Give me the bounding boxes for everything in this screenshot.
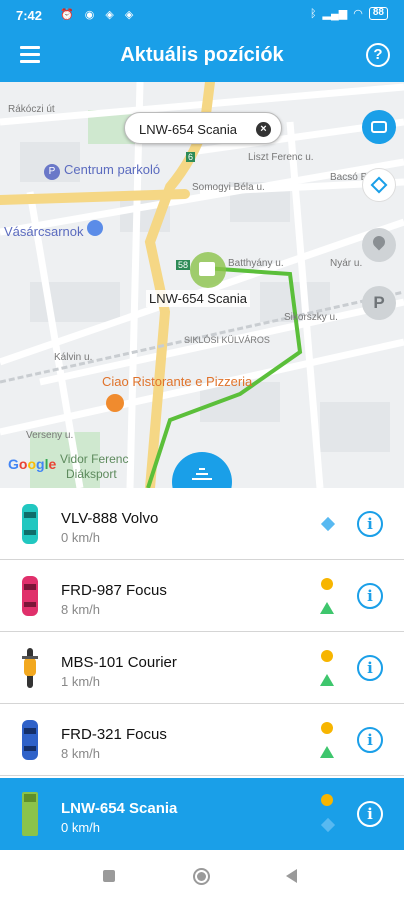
vehicle-marker-label: LNW-654 Scania: [146, 290, 251, 307]
help-icon[interactable]: ?: [366, 43, 390, 67]
car-icon: [22, 718, 38, 762]
system-nav-bar: [0, 852, 404, 900]
wifi-icon: ◠: [353, 8, 363, 20]
drawer-handle-icon: [192, 468, 212, 483]
car-icon: [22, 574, 38, 618]
vehicle-row[interactable]: VLV-888 Volvo 0 km/h i: [0, 488, 404, 560]
vehicle-name: FRD-987 Focus: [61, 582, 167, 599]
battery-icon: 88: [368, 7, 388, 20]
status-bar: 7:42 ⏰ ◉ ◈ ◈ ᛒ ▂▄▆ ◠ 88: [0, 0, 404, 30]
signal-icon: ▂▄▆: [322, 8, 348, 20]
vehicle-speed: 8 km/h: [61, 602, 101, 617]
status-diamond-icon: [320, 516, 336, 532]
recents-icon[interactable]: [103, 870, 115, 882]
poi-label: Diáksport: [66, 467, 117, 481]
info-icon[interactable]: i: [357, 727, 383, 753]
chip-label: LNW-654 Scania: [139, 122, 238, 137]
status-triangle-icon: [320, 746, 334, 758]
vehicle-name: FRD-321 Focus: [61, 726, 167, 743]
street-label: Sikorszky u.: [284, 312, 338, 323]
location-pin-icon: [370, 233, 388, 251]
home-icon[interactable]: [193, 868, 210, 885]
car-traffic-icon: [371, 121, 387, 133]
bluetooth-icon: ᛒ: [309, 7, 317, 20]
street-label: Somogyi Béla u.: [192, 182, 265, 193]
street-label: Batthyány u.: [228, 258, 284, 269]
vehicle-name: LNW-654 Scania: [61, 800, 178, 817]
back-icon[interactable]: [286, 869, 297, 883]
status-dot-icon: [321, 794, 333, 806]
system-icons: ᛒ ▂▄▆ ◠ 88: [310, 7, 388, 20]
road-number-badge: 6: [186, 152, 196, 162]
vehicle-list: VLV-888 Volvo 0 km/h i FRD-987 Focus 8 k…: [0, 488, 404, 852]
page-title: Aktuális pozíciók: [120, 44, 284, 66]
traffic-button[interactable]: [362, 110, 396, 144]
poi-name: Centrum parkoló: [64, 162, 161, 177]
status-triangle-icon: [320, 602, 334, 614]
selected-vehicle-chip[interactable]: LNW-654 Scania ×: [124, 112, 282, 144]
poi-label: Ciao Ristorante e Pizzeria: [102, 374, 253, 389]
poi-label: P Centrum parkoló: [44, 162, 160, 180]
vehicle-speed: 1 km/h: [61, 674, 101, 689]
vehicle-name: MBS-101 Courier: [61, 654, 177, 671]
vehicle-row[interactable]: MBS-101 Courier 1 km/h i: [0, 632, 404, 704]
status-time: 7:42: [16, 8, 43, 23]
google-logo: Google: [8, 456, 57, 472]
shopping-icon: [87, 220, 104, 236]
vehicle-row[interactable]: FRD-987 Focus 8 km/h i: [0, 560, 404, 632]
status-dot-icon: [321, 578, 333, 590]
info-icon[interactable]: i: [357, 801, 383, 827]
street-label: Rákóczi út: [8, 104, 55, 115]
street-label: Verseny u.: [26, 430, 74, 441]
info-icon[interactable]: i: [357, 655, 383, 681]
notification-icons: ⏰ ◉ ◈ ◈: [60, 9, 138, 21]
info-icon[interactable]: i: [357, 583, 383, 609]
street-label: Nyár u.: [330, 258, 363, 269]
vehicle-speed: 0 km/h: [61, 530, 101, 545]
car-icon: [22, 502, 38, 546]
status-dot-icon: [321, 722, 333, 734]
vehicle-speed: 0 km/h: [61, 820, 101, 835]
layers-button[interactable]: [362, 168, 396, 202]
street-label: Liszt Ferenc u.: [248, 152, 314, 163]
motorcycle-icon: [22, 646, 38, 690]
parking-icon: P: [373, 293, 385, 312]
restaurant-pin-icon: [106, 394, 124, 412]
vehicle-marker-truck-icon[interactable]: [190, 252, 226, 288]
vehicle-speed: 8 km/h: [61, 746, 101, 761]
poi-filter-button[interactable]: [362, 228, 396, 262]
vehicle-name: VLV-888 Volvo: [61, 510, 159, 527]
info-icon[interactable]: i: [357, 511, 383, 537]
poi-label: Vásárcsarnok: [4, 220, 104, 239]
parking-filter-button[interactable]: P: [362, 286, 396, 320]
street-label: Vidor Ferenc: [60, 452, 129, 466]
vehicle-row-selected[interactable]: LNW-654 Scania 0 km/h i: [0, 778, 404, 850]
poi-name: Vásárcsarnok: [4, 224, 84, 239]
status-dot-icon: [321, 650, 333, 662]
district-label: SIKLÓSI KÜLVÁROS: [184, 335, 270, 345]
status-diamond-icon: [320, 817, 336, 833]
road-number-badge: 58: [176, 260, 191, 270]
parking-pin-icon: P: [44, 164, 60, 180]
layers-icon: [370, 176, 388, 194]
clear-icon[interactable]: ×: [256, 122, 271, 137]
map-view[interactable]: Rákóczi út Liszt Ferenc u. Somogyi Béla …: [0, 82, 404, 488]
truck-icon: [22, 792, 38, 836]
status-triangle-icon: [320, 674, 334, 686]
vehicle-row[interactable]: FRD-321 Focus 8 km/h i: [0, 704, 404, 776]
app-bar: Aktuális pozíciók ?: [0, 30, 404, 82]
street-label: Kálvin u.: [54, 352, 93, 363]
